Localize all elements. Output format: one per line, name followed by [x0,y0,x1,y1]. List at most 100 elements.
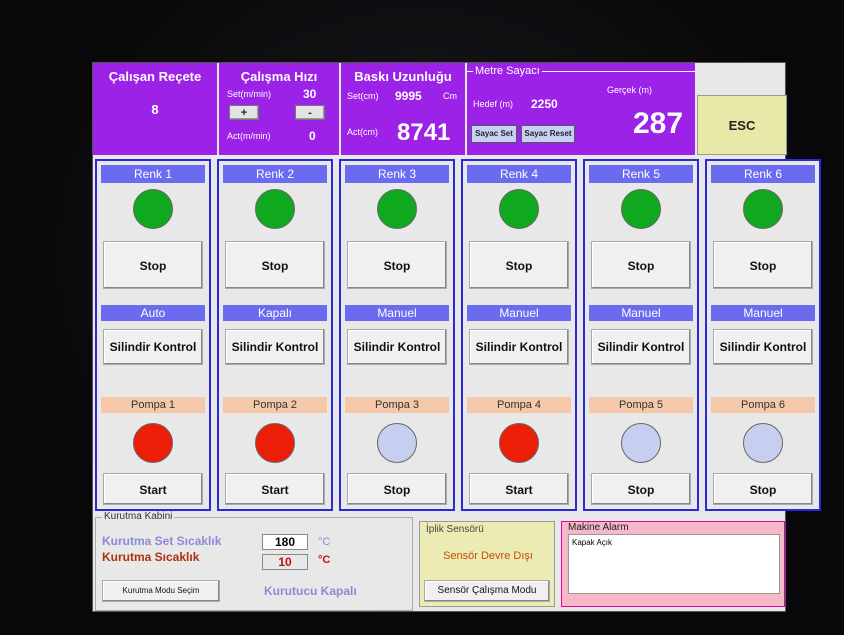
thread-sensor-mode-button[interactable]: Sensör Çalışma Modu [424,580,550,602]
color-state-button[interactable]: Stop [103,241,203,289]
color-column-2: Renk 2 Stop Kapalı Silindir Kontrol Pomp… [217,159,333,511]
pump-indicator-icon [255,423,295,463]
dryer-set-temp-unit: °C [318,536,331,548]
color-mode-label: Kapalı [223,305,327,321]
cylinder-control-button[interactable]: Silindir Kontrol [591,329,691,365]
hmi-screen: Çalışan Reçete 8 Çalışma Hızı Set(m/min)… [92,62,821,612]
dryer-status: Kurutucu Kapalı [264,584,357,598]
cylinder-control-button[interactable]: Silindir Kontrol [713,329,813,365]
speed-set-label: Set(m/min) [227,89,272,99]
pump-label: Pompa 6 [711,397,815,413]
pump-state-button[interactable]: Stop [591,473,691,505]
color-mode-label: Manuel [589,305,693,321]
pump-state-button[interactable]: Stop [713,473,813,505]
status-indicator-icon [255,189,295,229]
dryer-title: Kurutma Kabini [102,511,175,522]
color-column-3: Renk 3 Stop Manuel Silindir Kontrol Pomp… [339,159,455,511]
status-indicator-icon [499,189,539,229]
speed-set-value: 30 [303,87,317,101]
color-label: Renk 2 [223,165,327,183]
status-indicator-icon [377,189,417,229]
speed-act-label: Act(m/min) [227,131,271,141]
pump-label: Pompa 1 [101,397,205,413]
recipe-panel: Çalışan Reçete 8 [93,63,217,155]
pump-state-button[interactable]: Start [225,473,325,505]
print-act-value: 8741 [397,119,451,146]
pump-indicator-icon [499,423,539,463]
thread-sensor-status: Sensör Devre Dışı [443,550,533,562]
esc-button[interactable]: ESC [697,95,787,155]
dryer-set-temp-label: Kurutma Set Sıcaklık [102,534,222,548]
cylinder-control-button[interactable]: Silindir Kontrol [103,329,203,365]
pump-indicator-icon [743,423,783,463]
cylinder-control-button[interactable]: Silindir Kontrol [347,329,447,365]
meter-real-label: Gerçek (m) [607,85,652,95]
meter-target-value: 2250 [531,97,558,111]
recipe-value: 8 [151,102,159,117]
alarm-title: Makine Alarm [568,522,629,533]
color-state-button[interactable]: Stop [225,241,325,289]
color-mode-label: Auto [101,305,205,321]
print-length-panel: Baskı Uzunluğu Set(cm) 9995 Cm Act(cm) 8… [341,63,465,155]
print-title: Baskı Uzunluğu [354,69,452,84]
pump-indicator-icon [377,423,417,463]
status-indicator-icon [743,189,783,229]
color-label: Renk 1 [101,165,205,183]
dryer-temp-value: 10 [262,554,308,570]
pump-label: Pompa 3 [345,397,449,413]
pump-indicator-icon [133,423,173,463]
recipe-title: Çalışan Reçete [108,69,202,84]
color-mode-label: Manuel [467,305,571,321]
color-state-button[interactable]: Stop [347,241,447,289]
color-label: Renk 5 [589,165,693,183]
cylinder-control-button[interactable]: Silindir Kontrol [225,329,325,365]
speed-act-value: 0 [309,129,316,143]
pump-state-button[interactable]: Stop [347,473,447,505]
pump-indicator-icon [621,423,661,463]
counter-reset-button[interactable]: Sayac Reset [521,125,575,143]
pump-label: Pompa 2 [223,397,327,413]
color-state-button[interactable]: Stop [469,241,569,289]
meter-target-label: Hedef (m) [473,99,514,109]
meter-real-value: 287 [633,107,684,140]
thread-sensor-title: İplik Sensörü [426,524,484,535]
pump-state-button[interactable]: Start [103,473,203,505]
dryer-panel: Kurutma Kabini Kurutma Set Sıcaklık 180 … [95,511,413,611]
dryer-set-temp-value[interactable]: 180 [262,534,308,550]
dryer-temp-unit: °C [318,554,331,566]
counter-set-button[interactable]: Sayac Set [471,125,517,143]
pump-label: Pompa 5 [589,397,693,413]
color-state-button[interactable]: Stop [591,241,691,289]
color-column-5: Renk 5 Stop Manuel Silindir Kontrol Pomp… [583,159,699,511]
top-bar: Çalışan Reçete 8 Çalışma Hızı Set(m/min)… [93,63,787,155]
cylinder-control-button[interactable]: Silindir Kontrol [469,329,569,365]
pump-label: Pompa 4 [467,397,571,413]
speed-title: Çalışma Hızı [240,69,318,84]
color-state-button[interactable]: Stop [713,241,813,289]
machine-alarm-panel: Makine Alarm Kapak Açık [561,521,785,607]
speed-panel: Çalışma Hızı Set(m/min) 30 + - Act(m/min… [219,63,339,155]
speed-minus-button[interactable]: - [295,105,325,120]
color-label: Renk 3 [345,165,449,183]
color-mode-label: Manuel [345,305,449,321]
alarm-list: Kapak Açık [568,534,780,594]
color-column-6: Renk 6 Stop Manuel Silindir Kontrol Pomp… [705,159,821,511]
speed-plus-button[interactable]: + [229,105,259,120]
alarm-message: Kapak Açık [572,538,613,547]
status-indicator-icon [621,189,661,229]
print-act-label: Act(cm) [347,127,378,137]
color-label: Renk 6 [711,165,815,183]
color-column-4: Renk 4 Stop Manuel Silindir Kontrol Pomp… [461,159,577,511]
color-label: Renk 4 [467,165,571,183]
print-set-value: 9995 [395,89,422,103]
color-column-1: Renk 1 Stop Auto Silindir Kontrol Pompa … [95,159,211,511]
meter-counter-panel: Metre Sayacı Hedef (m) 2250 Gerçek (m) 2… [467,63,695,155]
print-unit: Cm [443,91,457,101]
dryer-temp-label: Kurutma Sıcaklık [102,550,200,564]
thread-sensor-panel: İplik Sensörü Sensör Devre Dışı Sensör Ç… [419,521,555,607]
print-set-label: Set(cm) [347,91,379,101]
dryer-mode-button[interactable]: Kurutma Modu Seçim [102,580,220,602]
color-mode-label: Manuel [711,305,815,321]
meter-title: Metre Sayacı [473,65,542,77]
pump-state-button[interactable]: Start [469,473,569,505]
